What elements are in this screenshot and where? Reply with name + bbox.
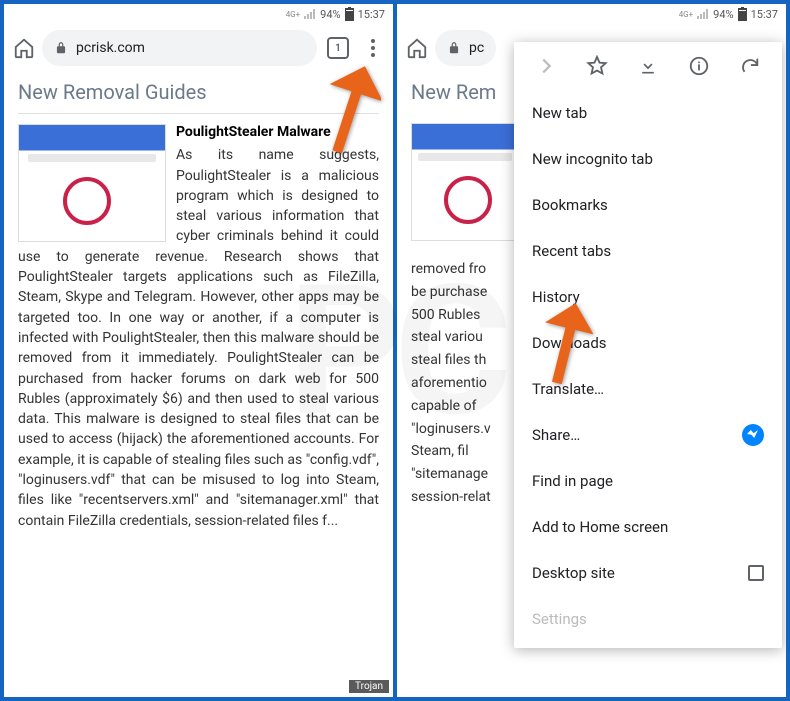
menu-share[interactable]: Share… (514, 412, 782, 458)
info-button[interactable] (683, 50, 715, 82)
network-label: 4G+ (286, 10, 300, 19)
menu-desktop-site[interactable]: Desktop site (514, 550, 782, 596)
arrow-annotation-history (531, 302, 593, 384)
messenger-icon (742, 424, 764, 446)
reload-button[interactable] (734, 50, 766, 82)
bookmark-star-button[interactable] (581, 50, 613, 82)
forward-button[interactable] (530, 50, 562, 82)
desktop-site-checkbox[interactable] (748, 565, 764, 581)
network-label: 4G+ (679, 10, 693, 19)
clock: 15:37 (751, 8, 778, 21)
battery-icon (738, 7, 747, 21)
url-text: pcrisk.com (76, 40, 145, 56)
menu-recent-tabs[interactable]: Recent tabs (514, 228, 782, 274)
menu-add-to-home[interactable]: Add to Home screen (514, 504, 782, 550)
menu-settings[interactable]: Settings (514, 596, 782, 642)
arrow-annotation-menu (311, 64, 381, 154)
clock: 15:37 (358, 8, 385, 21)
menu-button[interactable] (359, 34, 387, 62)
status-bar: 4G+ 94% 15:37 (4, 4, 393, 24)
phone-right: 4G+ 94% 15:37 pc New Rem criminals be Re… (397, 4, 786, 697)
lock-icon (447, 41, 461, 55)
menu-find-in-page[interactable]: Find in page (514, 458, 782, 504)
menu-bookmarks[interactable]: Bookmarks (514, 182, 782, 228)
signal-icon (697, 9, 709, 19)
home-button[interactable] (403, 34, 431, 62)
signal-icon (304, 9, 316, 19)
category-badge: Trojan (349, 680, 389, 693)
battery-pct: 94% (713, 8, 733, 21)
menu-new-incognito[interactable]: New incognito tab (514, 136, 782, 182)
lock-icon (54, 41, 68, 55)
menu-toolbar (514, 42, 782, 90)
address-bar[interactable]: pc (435, 30, 496, 66)
home-button[interactable] (10, 34, 38, 62)
download-button[interactable] (632, 50, 664, 82)
tabs-button[interactable]: 1 (327, 37, 349, 59)
article: PoulightStealer Malware As its name sugg… (18, 122, 379, 531)
menu-new-tab[interactable]: New tab (514, 90, 782, 136)
battery-pct: 94% (320, 8, 340, 21)
url-text: pc (469, 40, 484, 56)
battery-icon (345, 7, 354, 21)
phone-left: 4G+ 94% 15:37 pcrisk.com 1 New Removal G… (4, 4, 393, 697)
status-bar: 4G+ 94% 15:37 (397, 4, 786, 24)
article-thumbnail[interactable] (18, 124, 166, 242)
address-bar[interactable]: pcrisk.com (42, 30, 317, 66)
article-thumbnail[interactable] (411, 123, 519, 241)
